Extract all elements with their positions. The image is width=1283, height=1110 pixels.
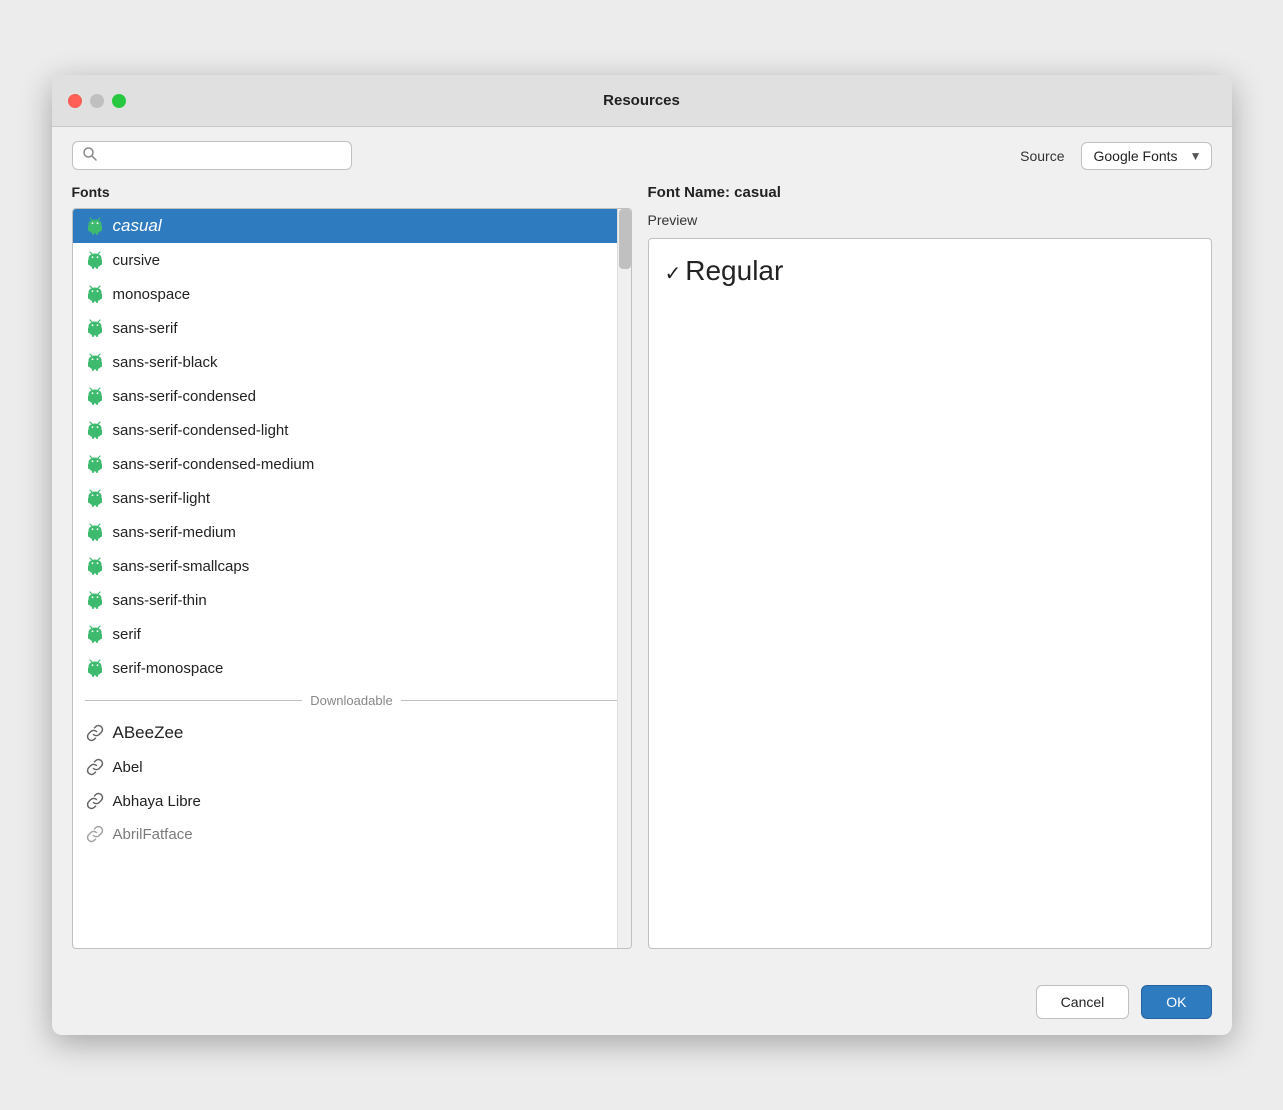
font-name-sans-serif-light: sans-serif-light [113, 490, 211, 507]
font-name-sans-serif: sans-serif [113, 320, 178, 337]
preview-box: ✓Regular [648, 238, 1212, 949]
android-icon [85, 590, 105, 610]
font-name-casual: casual [113, 216, 162, 236]
font-item-sans-serif-thin[interactable]: sans-serif-thin [73, 583, 631, 617]
font-name-abel: Abel [113, 759, 143, 776]
downloadable-section-divider: Downloadable [73, 685, 631, 716]
font-name-sans-serif-condensed-light: sans-serif-condensed-light [113, 422, 289, 439]
maximize-button[interactable] [112, 94, 126, 108]
font-name-value: casual [734, 184, 781, 201]
font-name-sans-serif-black: sans-serif-black [113, 354, 218, 371]
font-item-abril-fatface[interactable]: AbrilFatface [73, 818, 631, 850]
resources-window: Resources Source Google Fonts ▼ Fonts [52, 75, 1232, 1035]
scrollbar-thumb[interactable] [619, 209, 631, 269]
search-icon [83, 147, 97, 164]
cancel-button[interactable]: Cancel [1036, 985, 1130, 1019]
scrollbar-track[interactable] [617, 209, 631, 948]
font-item-sans-serif-condensed[interactable]: sans-serif-condensed [73, 379, 631, 413]
search-box[interactable] [72, 141, 352, 170]
font-item-sans-serif-smallcaps[interactable]: sans-serif-smallcaps [73, 549, 631, 583]
link-icon [85, 824, 105, 844]
android-icon [85, 318, 105, 338]
font-name-sans-serif-smallcaps: sans-serif-smallcaps [113, 558, 250, 575]
font-item-abhaya-libre[interactable]: Abhaya Libre [73, 784, 631, 818]
downloadable-font-list: ABeeZee Abel [73, 716, 631, 850]
font-list: casual [73, 209, 631, 685]
font-item-abel[interactable]: Abel [73, 750, 631, 784]
bottom-bar: Cancel OK [52, 969, 1232, 1035]
font-name-serif: serif [113, 626, 141, 643]
android-icon [85, 216, 105, 236]
divider-line-left [85, 700, 303, 701]
android-icon [85, 454, 105, 474]
android-icon [85, 250, 105, 270]
font-item-serif[interactable]: serif [73, 617, 631, 651]
font-item-cursive[interactable]: cursive [73, 243, 631, 277]
font-item-abeezee[interactable]: ABeeZee [73, 716, 631, 750]
android-icon [85, 284, 105, 304]
source-dropdown-wrapper[interactable]: Google Fonts ▼ [1081, 142, 1212, 170]
font-name-abril-fatface: AbrilFatface [113, 826, 193, 843]
left-panel: Fonts [72, 184, 632, 949]
font-name-abhaya-libre: Abhaya Libre [113, 793, 201, 810]
source-label: Source [1020, 148, 1064, 164]
font-name-display: Font Name: casual [648, 184, 1212, 202]
window-controls [68, 94, 126, 108]
font-item-sans-serif-light[interactable]: sans-serif-light [73, 481, 631, 515]
close-button[interactable] [68, 94, 82, 108]
android-icon [85, 488, 105, 508]
android-icon [85, 352, 105, 372]
font-name-sans-serif-medium: sans-serif-medium [113, 524, 236, 541]
font-name-prefix: Font Name: [648, 184, 735, 201]
android-icon [85, 624, 105, 644]
android-icon [85, 522, 105, 542]
preview-text: ✓Regular [665, 255, 784, 286]
window-title: Resources [603, 92, 680, 109]
font-name-sans-serif-condensed-medium: sans-serif-condensed-medium [113, 456, 315, 473]
android-icon [85, 556, 105, 576]
android-icon [85, 658, 105, 678]
font-item-sans-serif-medium[interactable]: sans-serif-medium [73, 515, 631, 549]
font-name-cursive: cursive [113, 252, 161, 269]
font-item-monospace[interactable]: monospace [73, 277, 631, 311]
titlebar: Resources [52, 75, 1232, 127]
right-panel: Font Name: casual Preview ✓Regular [648, 184, 1212, 949]
search-input[interactable] [103, 148, 341, 164]
fonts-label: Fonts [72, 184, 632, 208]
android-icon [85, 420, 105, 440]
link-icon [85, 757, 105, 777]
source-select[interactable]: Google Fonts [1081, 142, 1212, 170]
font-item-sans-serif-condensed-medium[interactable]: sans-serif-condensed-medium [73, 447, 631, 481]
font-item-sans-serif[interactable]: sans-serif [73, 311, 631, 345]
font-name-sans-serif-thin: sans-serif-thin [113, 592, 207, 609]
font-item-sans-serif-condensed-light[interactable]: sans-serif-condensed-light [73, 413, 631, 447]
font-name-monospace: monospace [113, 286, 191, 303]
preview-label: Preview [648, 212, 1212, 228]
main-content: Fonts [52, 184, 1232, 969]
link-icon [85, 723, 105, 743]
checkmark-icon: ✓ [665, 263, 682, 285]
link-icon [85, 791, 105, 811]
android-icon [85, 386, 105, 406]
font-item-sans-serif-black[interactable]: sans-serif-black [73, 345, 631, 379]
minimize-button[interactable] [90, 94, 104, 108]
font-list-container[interactable]: casual [72, 208, 632, 949]
downloadable-label: Downloadable [310, 693, 392, 708]
font-item-casual[interactable]: casual [73, 209, 631, 243]
ok-button[interactable]: OK [1141, 985, 1211, 1019]
toolbar: Source Google Fonts ▼ [52, 127, 1232, 184]
font-name-sans-serif-condensed: sans-serif-condensed [113, 388, 256, 405]
divider-line-right [401, 700, 619, 701]
font-name-abeezee: ABeeZee [113, 723, 184, 743]
font-name-serif-monospace: serif-monospace [113, 660, 224, 677]
font-item-serif-monospace[interactable]: serif-monospace [73, 651, 631, 685]
